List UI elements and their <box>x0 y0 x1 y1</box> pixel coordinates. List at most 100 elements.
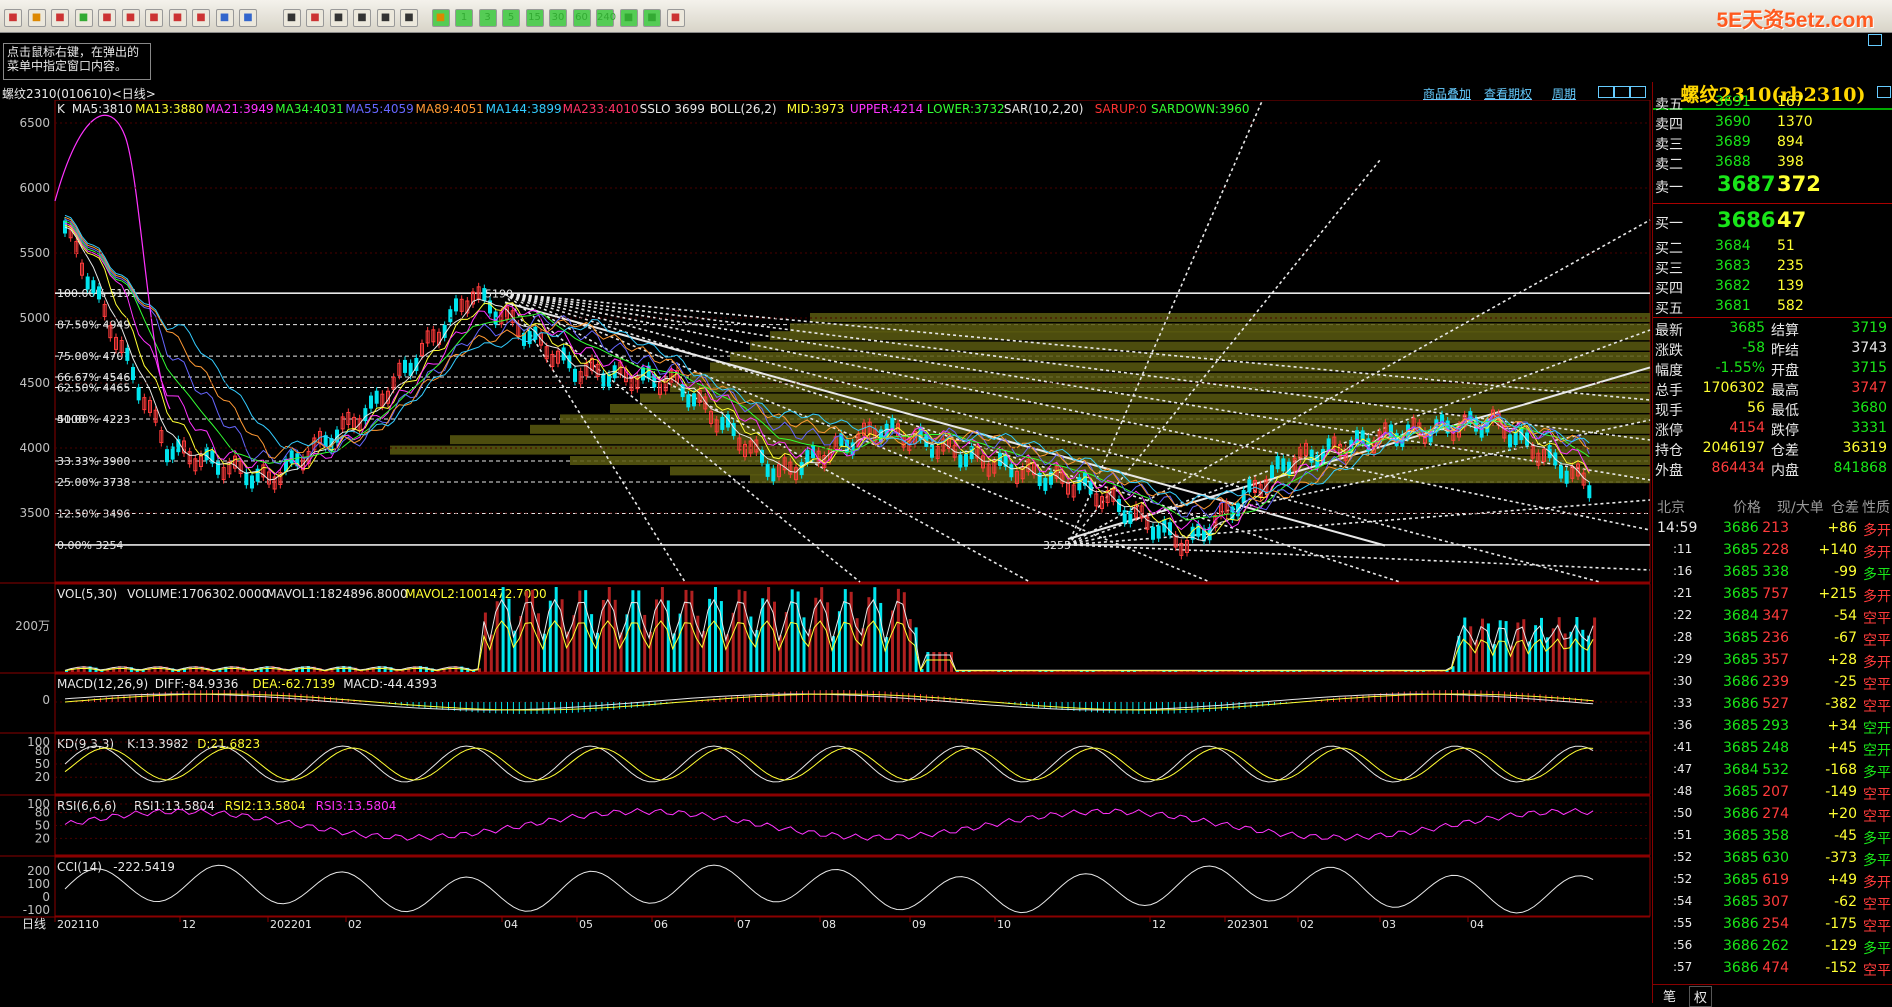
ask-vol: 372 <box>1777 172 1821 196</box>
date-tick: 02 <box>1300 918 1314 931</box>
stat-label: 结算 <box>1771 323 1799 339</box>
legend-item: D:21.6823 <box>197 737 260 751</box>
restore-window-icon[interactable] <box>1868 34 1882 46</box>
volume-profile-bar <box>450 435 1650 445</box>
layout-icon[interactable] <box>1630 86 1646 98</box>
refresh-icon[interactable]: ■ <box>74 9 93 27</box>
osc-tick: 80 <box>35 806 50 820</box>
tick-row: :30 3686 239 -25 空平 <box>1653 672 1892 694</box>
1-icon[interactable]: 1 <box>455 9 473 27</box>
date-tick: 202110 <box>57 918 99 931</box>
15-icon[interactable]: 15 <box>525 9 544 27</box>
tab-rights[interactable]: 权 <box>1689 986 1713 1007</box>
tick-volume: 347 <box>1762 608 1789 624</box>
settings-icon[interactable]: ■ <box>192 9 210 27</box>
line-icon[interactable]: ■ <box>306 9 324 27</box>
60-icon[interactable]: 60 <box>572 9 591 27</box>
tick-volume: 357 <box>1762 652 1789 668</box>
season-icon[interactable]: ■ <box>400 9 418 27</box>
stat-label: 最低 <box>1771 403 1799 419</box>
tick-oi-change: +20 <box>1827 806 1857 822</box>
bid-vol: 47 <box>1777 208 1807 232</box>
filter-icon[interactable]: ■ <box>215 9 234 27</box>
table-icon[interactable]: ■ <box>282 9 301 27</box>
5-icon[interactable]: 5 <box>502 9 520 27</box>
tick-volume: 228 <box>1762 542 1789 558</box>
high-price-mark: 5190 <box>485 287 513 300</box>
month-icon[interactable]: ■ <box>376 9 395 27</box>
candle-body <box>448 309 453 323</box>
tick-volume: 757 <box>1762 586 1789 602</box>
zoom-in-icon[interactable] <box>1614 86 1630 98</box>
tick-nature: 空平 <box>1863 919 1891 935</box>
tick-oi-change: -45 <box>1834 828 1857 844</box>
stat-value: 3715 <box>1851 360 1887 376</box>
upper-band-line <box>54 114 171 410</box>
legend-item: K:13.3982 <box>127 737 189 751</box>
chart-icon[interactable]: ■ <box>145 9 163 27</box>
quote-panel: 螺纹2310(rb2310) 卖五 3691 167 卖四 3690 1370 卖三… <box>1652 82 1892 1007</box>
osc-tick: 20 <box>35 770 50 784</box>
candle-body <box>125 347 130 361</box>
zoom-in-icon[interactable]: ■ <box>98 9 116 27</box>
window-icon[interactable]: ■ <box>51 9 69 27</box>
stat-label: 仓差 <box>1771 443 1799 459</box>
x-icon[interactable]: ■ <box>431 9 450 27</box>
tick-row: :28 3685 236 -67 空平 <box>1653 628 1892 650</box>
stat-label: 最新 <box>1655 323 1683 339</box>
week-icon[interactable]: ■ <box>353 9 371 27</box>
legend-item: SAR(10,2,20) <box>1004 102 1084 116</box>
tick-header-price: 价格 <box>1733 500 1761 516</box>
date-tick: 07 <box>737 918 751 931</box>
tick-row: :11 3685 228 +140 多开 <box>1653 540 1892 562</box>
tick-nature: 多开 <box>1863 523 1891 539</box>
tab-trades[interactable]: 笔 <box>1659 986 1680 1005</box>
stat-value: -58 <box>1742 340 1765 356</box>
240-icon[interactable]: 240 <box>596 9 616 27</box>
3-icon[interactable]: 3 <box>478 9 497 27</box>
fib-label: 12.50% 3496 <box>57 508 130 521</box>
network-icon[interactable]: ■ <box>239 9 257 27</box>
candle-body <box>1275 456 1280 470</box>
min-icon[interactable]: ■ <box>619 9 638 27</box>
zoom-out-icon[interactable]: ■ <box>121 9 140 27</box>
price-tick: 6000 <box>19 181 50 195</box>
candle-body <box>136 387 141 401</box>
fib-label: 33.33% 3900 <box>57 455 130 468</box>
zoom-out-icon[interactable] <box>1598 86 1614 98</box>
file-icon[interactable]: ■ <box>27 9 46 27</box>
tick-oi-change: +140 <box>1818 542 1857 558</box>
pen-icon[interactable]: ■ <box>168 9 187 27</box>
bid-vol: 235 <box>1777 258 1804 274</box>
tick-time: :55 <box>1673 916 1693 930</box>
bid-label: 买五 <box>1655 301 1683 317</box>
30-icon[interactable]: 30 <box>549 9 567 27</box>
stat-label: 幅度 <box>1655 363 1683 379</box>
legend-item: VOLUME:1706302.0000 <box>127 587 269 601</box>
tick-price: 3685 <box>1723 718 1759 734</box>
tick-time: :30 <box>1673 674 1693 688</box>
hint-box: 点击鼠标右键，在弹出的菜单中指定窗口内容。 <box>3 43 151 80</box>
tick-nature: 多平 <box>1863 765 1891 781</box>
volume-profile-bar <box>770 331 1650 341</box>
ask-row: 卖二 3688 398 <box>1653 152 1892 173</box>
tick-nature: 空平 <box>1863 699 1891 715</box>
day-icon[interactable]: ■ <box>329 9 348 27</box>
price-tick: 5000 <box>19 311 50 325</box>
tick-time: :36 <box>1673 718 1693 732</box>
stat-label: 昨结 <box>1771 343 1799 359</box>
k-line <box>64 745 1594 783</box>
bid-price: 3686 <box>1717 208 1776 232</box>
stat-value: 3719 <box>1851 320 1887 336</box>
chart-area[interactable]: 100.00% 519187.50% 494975.00% 470766.67%… <box>0 100 1652 1003</box>
stat-label: 外盘 <box>1655 463 1683 479</box>
home-icon[interactable]: ■ <box>4 9 22 27</box>
legend-item: RSI3:13.5804 <box>316 799 397 813</box>
y-icon[interactable]: ■ <box>643 9 661 27</box>
ask-label: 卖二 <box>1655 157 1683 173</box>
tick-header-oi: 仓差 <box>1831 500 1859 516</box>
calc-icon[interactable]: ■ <box>666 9 685 27</box>
tick-price: 3685 <box>1723 894 1759 910</box>
legend-item: K <box>57 102 66 116</box>
tick-oi-change: -25 <box>1834 674 1857 690</box>
